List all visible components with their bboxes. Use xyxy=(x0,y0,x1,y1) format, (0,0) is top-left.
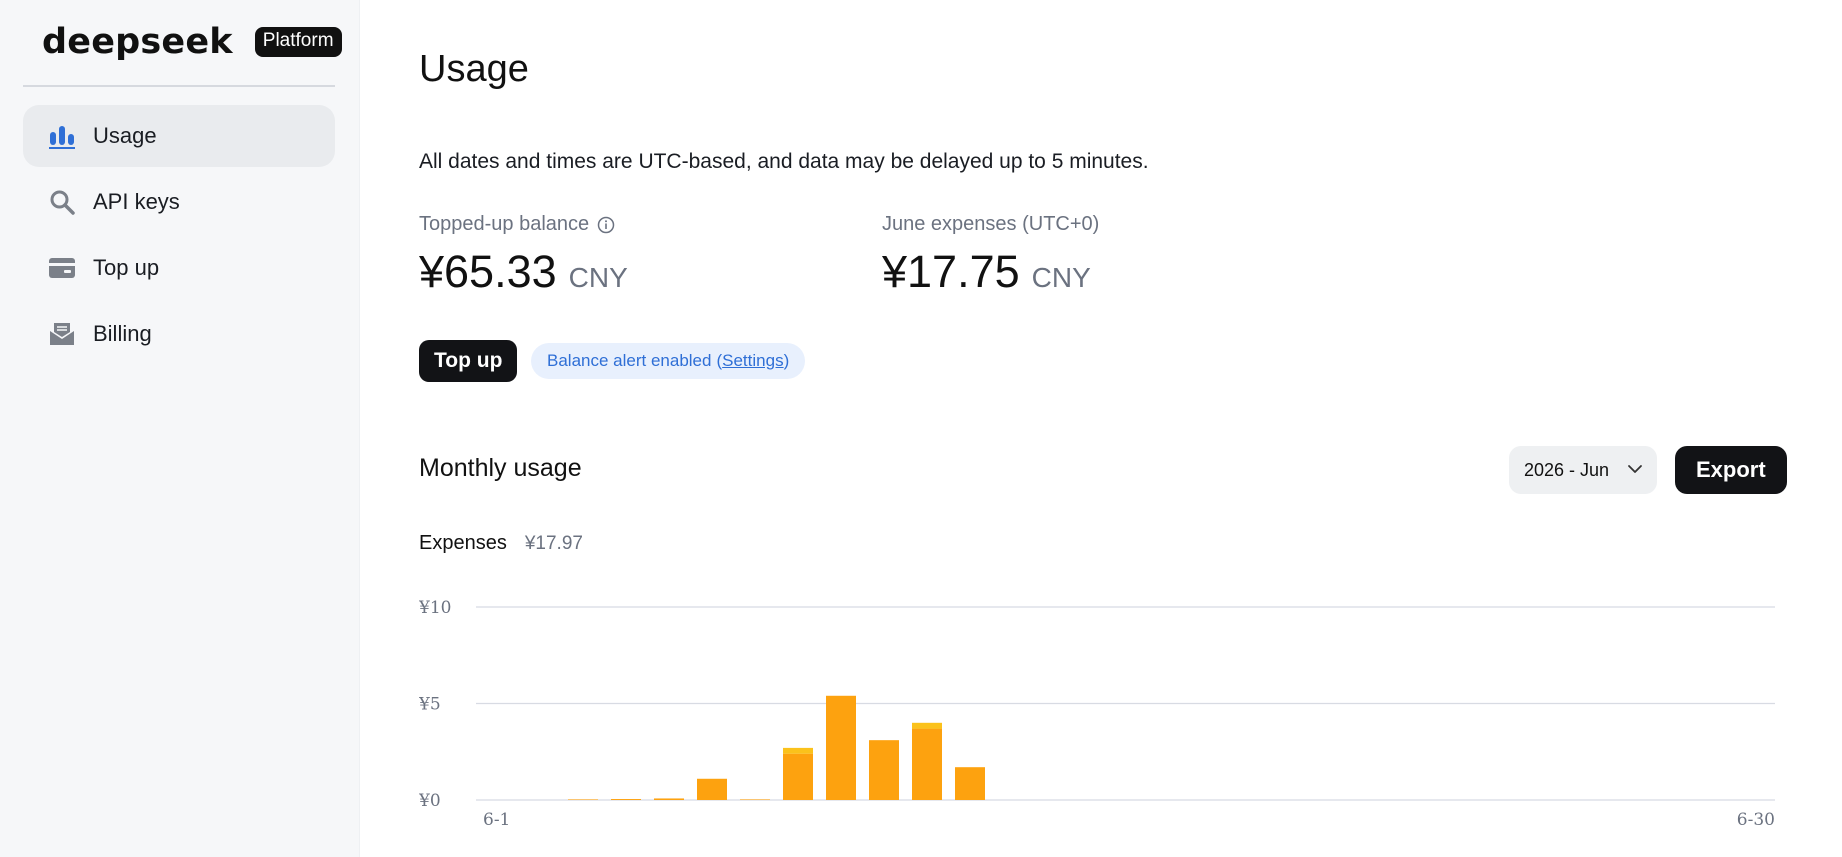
info-icon[interactable] xyxy=(597,216,615,234)
balance-label-row: Topped-up balance xyxy=(419,213,628,236)
balance-alert-pill: Balance alert enabled (Settings) xyxy=(531,343,806,379)
alert-settings-link[interactable]: Settings xyxy=(722,351,783,371)
export-button[interactable]: Export xyxy=(1675,446,1787,494)
balance-label: Topped-up balance xyxy=(419,213,590,235)
brand-logo: deepseek xyxy=(42,22,233,62)
month-select[interactable]: 2026 - Jun xyxy=(1509,446,1657,494)
card-icon xyxy=(47,253,77,283)
bar xyxy=(955,767,985,800)
x-tick-label-first: 6-1 xyxy=(483,810,510,830)
bar xyxy=(697,778,727,800)
y-tick-label: ¥0 xyxy=(419,791,441,811)
bar-segment xyxy=(783,747,813,754)
bar xyxy=(740,799,770,800)
sidebar-item-label: Billing xyxy=(93,321,152,346)
expenses-summary: Expenses ¥17.97 xyxy=(419,532,583,555)
expenses-label: Expenses xyxy=(419,532,507,554)
main-content: Usage All dates and times are UTC-based,… xyxy=(419,0,1842,857)
month-select-value: 2026 - Jun xyxy=(1524,459,1610,480)
balance-unit: CNY xyxy=(568,262,628,293)
sidebar-item-top-up[interactable]: Top up xyxy=(23,237,335,299)
bar xyxy=(611,799,641,800)
month-expenses-label: June expenses (UTC+0) xyxy=(882,213,1100,235)
month-expenses-value: ¥17.75 CNY xyxy=(882,246,1099,298)
monthly-usage-title: Monthly usage xyxy=(419,454,582,482)
sidebar-item-billing[interactable]: Billing xyxy=(23,303,335,365)
sidebar-item-label: API keys xyxy=(93,189,180,214)
inbox-icon xyxy=(47,319,77,349)
y-tick-label: ¥10 xyxy=(419,598,451,618)
month-expenses-label-row: June expenses (UTC+0) xyxy=(882,213,1099,236)
chevron-down-icon xyxy=(1627,461,1643,482)
x-tick-label-last: 6-30 xyxy=(1737,810,1775,830)
bar xyxy=(568,799,598,800)
platform-badge: Platform xyxy=(254,27,342,57)
page-title: Usage xyxy=(419,48,529,90)
bar xyxy=(912,728,942,800)
sidebar: deepseek Platform Usage API keys Top up … xyxy=(0,0,360,857)
expenses-chart: ¥0 ¥5 ¥10 6-1 6-30 xyxy=(419,598,1775,830)
y-tick-label: ¥5 xyxy=(419,695,441,715)
expenses-total: ¥17.97 xyxy=(524,533,583,554)
month-expenses-unit: CNY xyxy=(1031,262,1091,293)
month-expenses-amount: ¥17.75 xyxy=(882,246,1020,297)
balance-stat: Topped-up balance ¥65.33 CNY xyxy=(419,213,628,298)
balance-value: ¥65.33 CNY xyxy=(419,246,628,298)
sidebar-item-label: Top up xyxy=(93,255,160,280)
alert-text: Balance alert enabled xyxy=(547,351,712,370)
sidebar-nav: Usage API keys Top up Billing xyxy=(23,105,335,369)
utc-notice: All dates and times are UTC-based, and d… xyxy=(419,150,1149,173)
sidebar-item-label: Usage xyxy=(93,123,157,148)
month-expenses-stat: June expenses (UTC+0) ¥17.75 CNY xyxy=(882,213,1099,298)
balance-amount: ¥65.33 xyxy=(419,246,557,297)
search-icon xyxy=(47,187,77,217)
bar xyxy=(826,695,856,800)
sidebar-divider xyxy=(23,85,335,87)
brand[interactable]: deepseek Platform xyxy=(42,22,342,62)
bar-chart-icon xyxy=(47,121,77,151)
bar xyxy=(654,798,684,800)
alert-paren-close: ) xyxy=(783,351,790,370)
sidebar-item-api-keys[interactable]: API keys xyxy=(23,171,335,233)
bar-segment xyxy=(912,722,942,729)
bar xyxy=(783,753,813,800)
sidebar-item-usage[interactable]: Usage xyxy=(23,105,335,167)
top-up-button[interactable]: Top up xyxy=(419,340,518,382)
bar xyxy=(869,740,899,800)
